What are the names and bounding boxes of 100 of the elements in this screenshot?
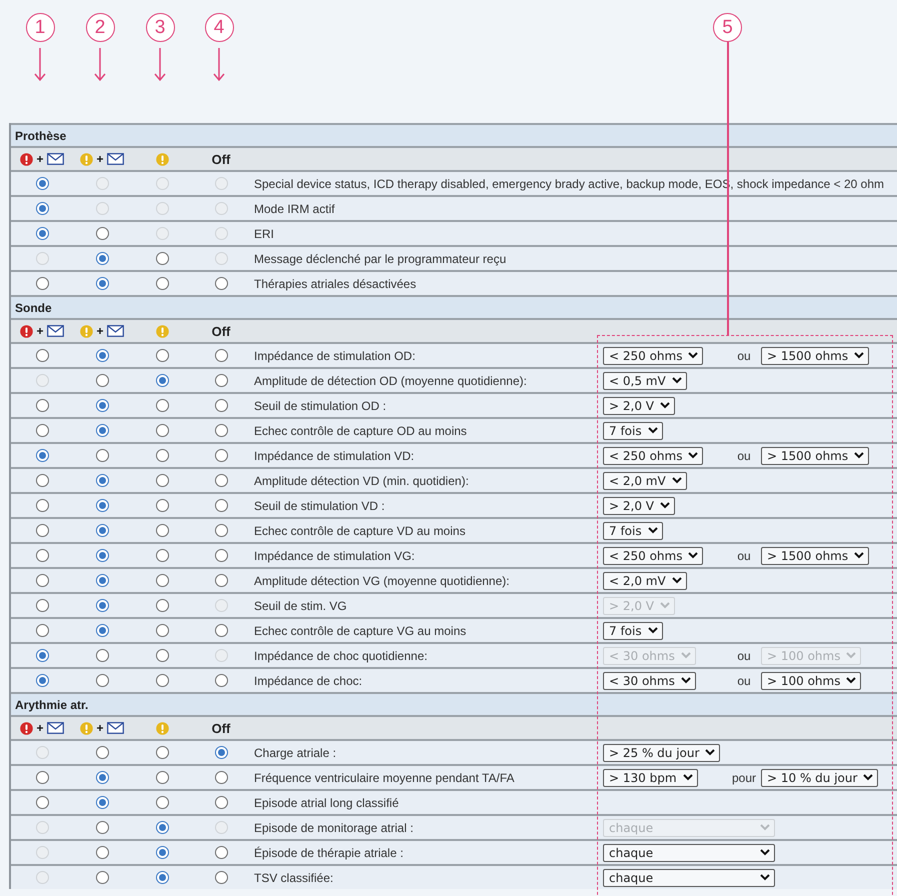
radio-button[interactable] [156,252,168,265]
radio-button[interactable] [36,399,48,412]
dropdown[interactable]: < 250 ohms [603,446,704,464]
radio-button[interactable] [96,424,108,437]
radio-button[interactable] [36,227,48,240]
radio-button[interactable] [214,449,228,462]
radio-button[interactable] [156,524,168,537]
radio-button[interactable] [36,599,48,612]
radio-button[interactable] [96,549,108,562]
radio-button[interactable] [96,524,108,537]
radio-button[interactable] [156,846,168,859]
radio-button[interactable] [156,746,168,759]
radio-button[interactable] [96,746,108,759]
dropdown[interactable]: < 2,0 mV [603,572,687,590]
radio-button[interactable] [96,771,108,784]
radio-button[interactable] [214,871,228,884]
radio-button[interactable] [36,449,48,462]
radio-button[interactable] [36,499,48,512]
radio-button[interactable] [36,796,48,809]
radio-button[interactable] [96,674,108,687]
radio-button[interactable] [96,399,108,412]
radio-button[interactable] [36,474,48,487]
radio-button[interactable] [156,349,168,362]
radio-button[interactable] [156,674,168,687]
radio-button[interactable] [36,349,48,362]
dropdown[interactable]: > 1500 ohms [761,346,870,364]
radio-button[interactable] [156,424,168,437]
radio-button[interactable] [36,549,48,562]
radio-button[interactable] [156,796,168,809]
radio-button[interactable] [156,549,168,562]
radio-button[interactable] [156,374,168,387]
radio-button[interactable] [214,796,228,809]
radio-button[interactable] [214,846,228,859]
dropdown[interactable]: > 2,0 V [603,496,675,514]
radio-button[interactable] [214,374,228,387]
radio-button[interactable] [36,424,48,437]
radio-button[interactable] [96,599,108,612]
radio-button[interactable] [214,399,228,412]
radio-button[interactable] [156,599,168,612]
radio-button[interactable] [156,871,168,884]
radio-button[interactable] [96,474,108,487]
radio-button[interactable] [156,821,168,834]
radio-button[interactable] [214,474,228,487]
dropdown[interactable]: > 2,0 V [603,396,675,414]
radio-button[interactable] [156,474,168,487]
radio-button[interactable] [96,796,108,809]
radio-button[interactable] [156,574,168,587]
radio-button[interactable] [36,177,48,190]
radio-button[interactable] [214,499,228,512]
dropdown[interactable]: > 1500 ohms [761,446,870,464]
radio-button[interactable] [156,649,168,662]
radio-button[interactable] [96,846,108,859]
radio-button[interactable] [156,449,168,462]
radio-button[interactable] [214,277,228,290]
radio-button[interactable] [96,821,108,834]
radio-button[interactable] [156,624,168,637]
radio-button[interactable] [96,374,108,387]
radio-button[interactable] [214,424,228,437]
radio-button[interactable] [96,871,108,884]
radio-button[interactable] [36,574,48,587]
dropdown[interactable]: < 2,0 mV [603,472,687,490]
radio-button[interactable] [96,649,108,662]
dropdown[interactable]: > 25 % du jour [603,744,720,762]
dropdown[interactable]: > 100 ohms [761,672,862,690]
radio-button[interactable] [36,649,48,662]
dropdown[interactable]: < 30 ohms [603,672,696,690]
dropdown[interactable]: > 1500 ohms [761,546,870,564]
radio-button[interactable] [214,574,228,587]
dropdown[interactable]: < 250 ohms [603,546,704,564]
dropdown[interactable]: > 10 % du jour [761,768,878,786]
radio-button[interactable] [214,674,228,687]
radio-button[interactable] [214,349,228,362]
dropdown[interactable]: 7 fois [603,422,663,440]
radio-button[interactable] [96,449,108,462]
dropdown[interactable]: chaque [603,868,775,886]
radio-button[interactable] [214,771,228,784]
radio-button[interactable] [214,524,228,537]
radio-button[interactable] [36,624,48,637]
radio-button[interactable] [96,499,108,512]
radio-button[interactable] [96,227,108,240]
radio-button[interactable] [96,277,108,290]
dropdown[interactable]: 7 fois [603,522,663,540]
radio-button[interactable] [36,524,48,537]
radio-button[interactable] [156,399,168,412]
dropdown[interactable]: > 130 bpm [603,768,698,786]
radio-button[interactable] [36,771,48,784]
radio-button[interactable] [96,349,108,362]
radio-button[interactable] [36,277,48,290]
radio-button[interactable] [96,252,108,265]
radio-button[interactable] [36,202,48,215]
radio-button[interactable] [36,674,48,687]
radio-button[interactable] [214,624,228,637]
radio-button[interactable] [214,549,228,562]
radio-button[interactable] [156,277,168,290]
dropdown[interactable]: < 250 ohms [603,346,704,364]
dropdown[interactable]: < 0,5 mV [603,372,687,390]
radio-button[interactable] [156,771,168,784]
dropdown[interactable]: 7 fois [603,622,663,640]
radio-button[interactable] [156,499,168,512]
dropdown[interactable]: chaque [603,844,775,862]
